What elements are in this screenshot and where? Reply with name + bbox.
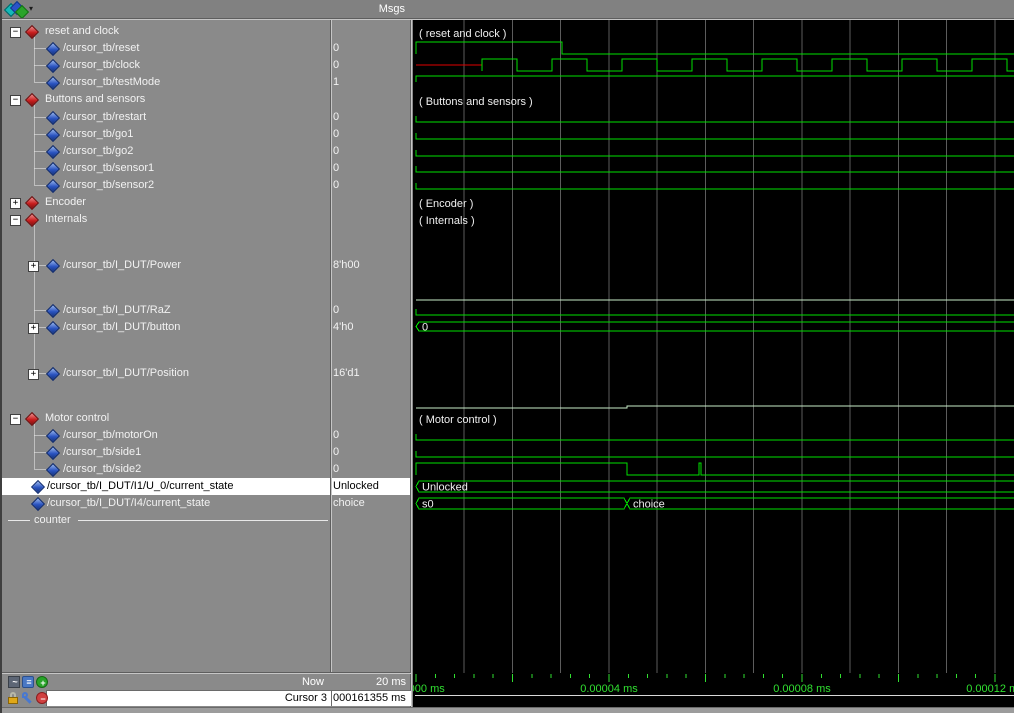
value-cell-cursor-tb-clock[interactable]: 0: [333, 57, 407, 74]
timeline-label: 0.00000 ms: [413, 683, 445, 695]
value-cell-cursor-tb-motoron[interactable]: 0: [333, 427, 407, 444]
value-cell-cursor-tb-go1[interactable]: 0: [333, 126, 407, 143]
value-cell-cursor-tb-go2[interactable]: 0: [333, 143, 407, 160]
value-cell-cursor-tb-side1[interactable]: 0: [333, 444, 407, 461]
add-cursor-icon[interactable]: [36, 676, 48, 688]
waveform-canvas[interactable]: ( reset and clock ) ( Buttons and sensors…: [413, 20, 1014, 707]
wrench-icon[interactable]: [22, 692, 34, 704]
value-cell-cursor-tb-reset[interactable]: 0: [333, 40, 407, 57]
bus-value-label-0: 0: [422, 322, 428, 334]
wave-group-label: ( Encoder ): [419, 198, 473, 210]
timeline-label: 0.00008 ms: [773, 683, 831, 695]
wave-group-label: ( Buttons and sensors ): [419, 96, 533, 108]
value-cell-cursor-tb-sensor1[interactable]: 0: [333, 160, 407, 177]
names-values-splitter-highlight: [331, 20, 332, 672]
value-cell-cursor-tb-i-dut-raz[interactable]: 0: [333, 302, 407, 319]
window-left-border: [0, 0, 2, 713]
cursor-time-value[interactable]: 000161355 ms: [331, 690, 411, 706]
values-wave-splitter-highlight: [411, 20, 412, 707]
value-cell-cursor-tb-i-dut-button[interactable]: 4'h0: [333, 319, 407, 336]
now-row: Now: [2, 674, 330, 690]
value-cell-cursor-tb-i-dut-position[interactable]: 16'd1: [333, 365, 407, 382]
value-cell-cursor-tb-restart[interactable]: 0: [333, 109, 407, 126]
timeline-label: 0.00012 ms: [966, 683, 1014, 695]
value-cell-cursor-tb-side2[interactable]: 0: [333, 461, 407, 478]
wave-window: ▾ Msgs −reset and clock/cursor_tb/reset/…: [0, 0, 1014, 713]
wave-group-label: ( Internals ): [419, 215, 475, 227]
now-label: Now: [302, 674, 324, 690]
wave-group-label: ( reset and clock ): [419, 28, 506, 40]
value-cell-cursor-tb-i-dut-power[interactable]: 8'h00: [333, 257, 407, 274]
timeline-label: 0.00004 ms: [580, 683, 638, 695]
value-cell-cursor-tb-i-dut-i4-current-state[interactable]: choice: [333, 495, 407, 512]
remove-cursor-icon[interactable]: [36, 692, 48, 704]
wave-edit-icon[interactable]: [8, 676, 20, 688]
bottom-scrollbar-track[interactable]: [0, 707, 1014, 713]
lock-icon[interactable]: [8, 692, 20, 704]
cursor-name-input[interactable]: Cursor 3: [46, 690, 331, 706]
value-cell-cursor-tb-testmode[interactable]: 1: [333, 74, 407, 91]
value-cell-cursor-tb-sensor2[interactable]: 0: [333, 177, 407, 194]
note-icon[interactable]: [22, 676, 34, 688]
wave-group-label: ( Motor control ): [419, 414, 497, 426]
wave-background: [413, 20, 1014, 707]
values-column: 001000008'h0004'h016'd1000Unlockedchoice: [0, 0, 411, 713]
now-value: 20 ms: [332, 674, 406, 690]
value-cell-cursor-tb-i-dut-i1-u-0-current-state[interactable]: Unlocked: [332, 478, 411, 495]
